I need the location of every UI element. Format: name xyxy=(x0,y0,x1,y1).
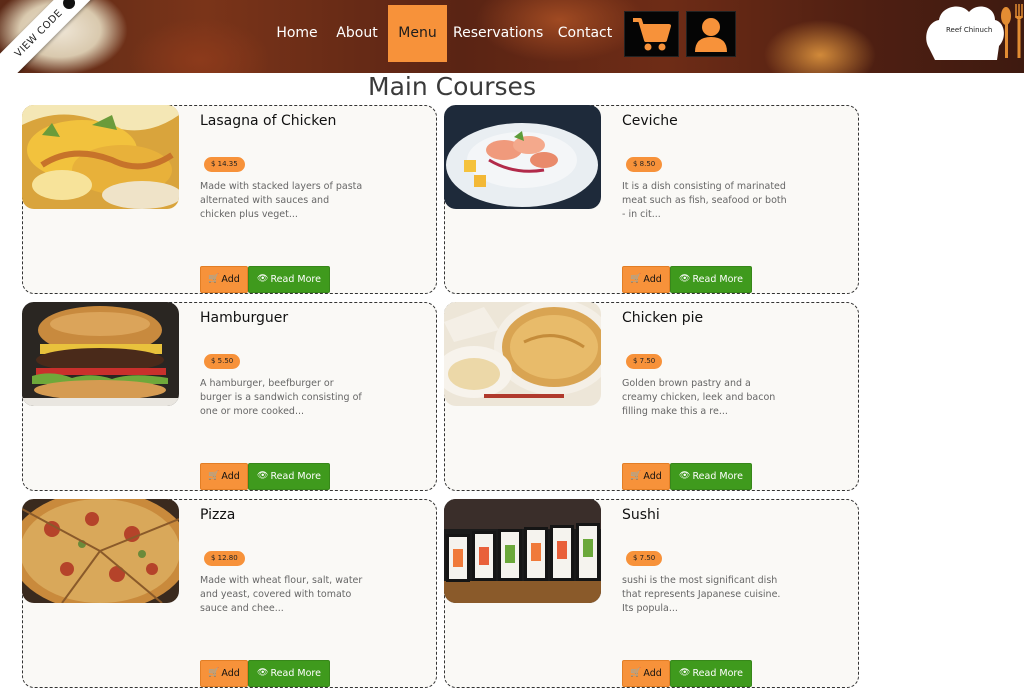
read-more-button[interactable]: 👁 Read More xyxy=(670,660,752,687)
dish-card-chicken-pie: Chicken pie $ 7.50 Golden brown pastry a… xyxy=(444,302,859,491)
nav-item-menu[interactable]: Menu xyxy=(388,5,447,62)
cart-icon: 🛒 xyxy=(208,471,220,481)
add-to-cart-button[interactable]: 🛒 Add xyxy=(200,266,248,293)
price-badge: $ 7.50 xyxy=(626,354,663,369)
dish-card-pizza: Pizza $ 12.80 Made with wheat flour, sal… xyxy=(22,499,437,688)
dish-description: Made with wheat flour, salt, water and y… xyxy=(200,575,363,614)
cart-button[interactable] xyxy=(624,11,679,57)
eye-icon: 👁 xyxy=(257,274,269,284)
github-icon xyxy=(60,0,78,12)
nav-item-reservations[interactable]: Reservations xyxy=(453,5,543,62)
view-code-label: VIEW CODE xyxy=(12,7,65,60)
dish-name: Sushi xyxy=(622,507,660,523)
cart-icon: 🛒 xyxy=(630,274,642,284)
nav-item-home[interactable]: Home xyxy=(272,5,322,62)
read-more-button[interactable]: 👁 Read More xyxy=(248,660,330,687)
dish-card-ceviche: Ceviche $ 8.50 It is a dish consisting o… xyxy=(444,105,859,294)
dish-card-sushi: Sushi $ 7.50 sushi is the most significa… xyxy=(444,499,859,688)
dish-image-lasagna xyxy=(22,105,179,209)
price-badge: $ 5.50 xyxy=(204,354,241,369)
dish-image-chicken-pie xyxy=(444,302,601,406)
eye-icon: 👁 xyxy=(257,471,269,481)
read-more-button[interactable]: 👁 Read More xyxy=(670,463,752,490)
dish-description: Golden brown pastry and a creamy chicken… xyxy=(622,378,776,417)
dish-description: A hamburger, beefburger or burger is a s… xyxy=(200,378,362,417)
eye-icon: 👁 xyxy=(679,274,691,284)
dish-name: Lasagna of Chicken xyxy=(200,113,337,129)
add-to-cart-button[interactable]: 🛒 Add xyxy=(200,660,248,687)
dish-name: Hamburguer xyxy=(200,310,289,326)
add-to-cart-button[interactable]: 🛒 Add xyxy=(622,660,670,687)
dish-image-pizza xyxy=(22,499,179,603)
dish-image-hamburger xyxy=(22,302,179,406)
site-header: VIEW CODE Home About Menu Reservations C… xyxy=(0,0,1024,73)
nav-item-contact[interactable]: Contact xyxy=(557,5,613,62)
user-icon xyxy=(695,18,727,52)
add-to-cart-button[interactable]: 🛒 Add xyxy=(622,463,670,490)
dish-card-hamburger: Hamburguer $ 5.50 A hamburger, beefburge… xyxy=(22,302,437,491)
dish-description: It is a dish consisting of marinated mea… xyxy=(622,181,787,220)
nav-item-about[interactable]: About xyxy=(334,5,380,62)
dish-name: Chicken pie xyxy=(622,310,704,326)
dish-description: sushi is the most significant dish that … xyxy=(622,575,781,614)
logo-text: Reef Chinuch xyxy=(946,26,993,34)
cart-icon: 🛒 xyxy=(208,668,220,678)
price-badge: $ 12.80 xyxy=(204,551,245,566)
dish-description: Made with stacked layers of pasta altern… xyxy=(200,181,363,220)
read-more-button[interactable]: 👁 Read More xyxy=(670,266,752,293)
price-badge: $ 8.50 xyxy=(626,157,663,172)
view-code-ribbon[interactable]: VIEW CODE xyxy=(0,0,108,73)
eye-icon: 👁 xyxy=(257,668,269,678)
logo[interactable]: Reef Chinuch xyxy=(923,0,1024,60)
dish-name: Ceviche xyxy=(622,113,678,129)
read-more-button[interactable]: 👁 Read More xyxy=(248,463,330,490)
page-title: Main Courses xyxy=(368,72,536,101)
shopping-cart-icon xyxy=(632,18,671,51)
eye-icon: 👁 xyxy=(679,471,691,481)
add-to-cart-button[interactable]: 🛒 Add xyxy=(622,266,670,293)
price-badge: $ 7.50 xyxy=(626,551,663,566)
eye-icon: 👁 xyxy=(679,668,691,678)
add-to-cart-button[interactable]: 🛒 Add xyxy=(200,463,248,490)
cart-icon: 🛒 xyxy=(208,274,220,284)
dish-image-sushi xyxy=(444,499,601,603)
price-badge: $ 14.35 xyxy=(204,157,245,172)
read-more-button[interactable]: 👁 Read More xyxy=(248,266,330,293)
dish-image-ceviche xyxy=(444,105,601,209)
user-button[interactable] xyxy=(686,11,736,57)
dish-card-lasagna: Lasagna of Chicken $ 14.35 Made with sta… xyxy=(22,105,437,294)
cart-icon: 🛒 xyxy=(630,668,642,678)
dish-name: Pizza xyxy=(200,507,236,523)
cart-icon: 🛒 xyxy=(630,471,642,481)
